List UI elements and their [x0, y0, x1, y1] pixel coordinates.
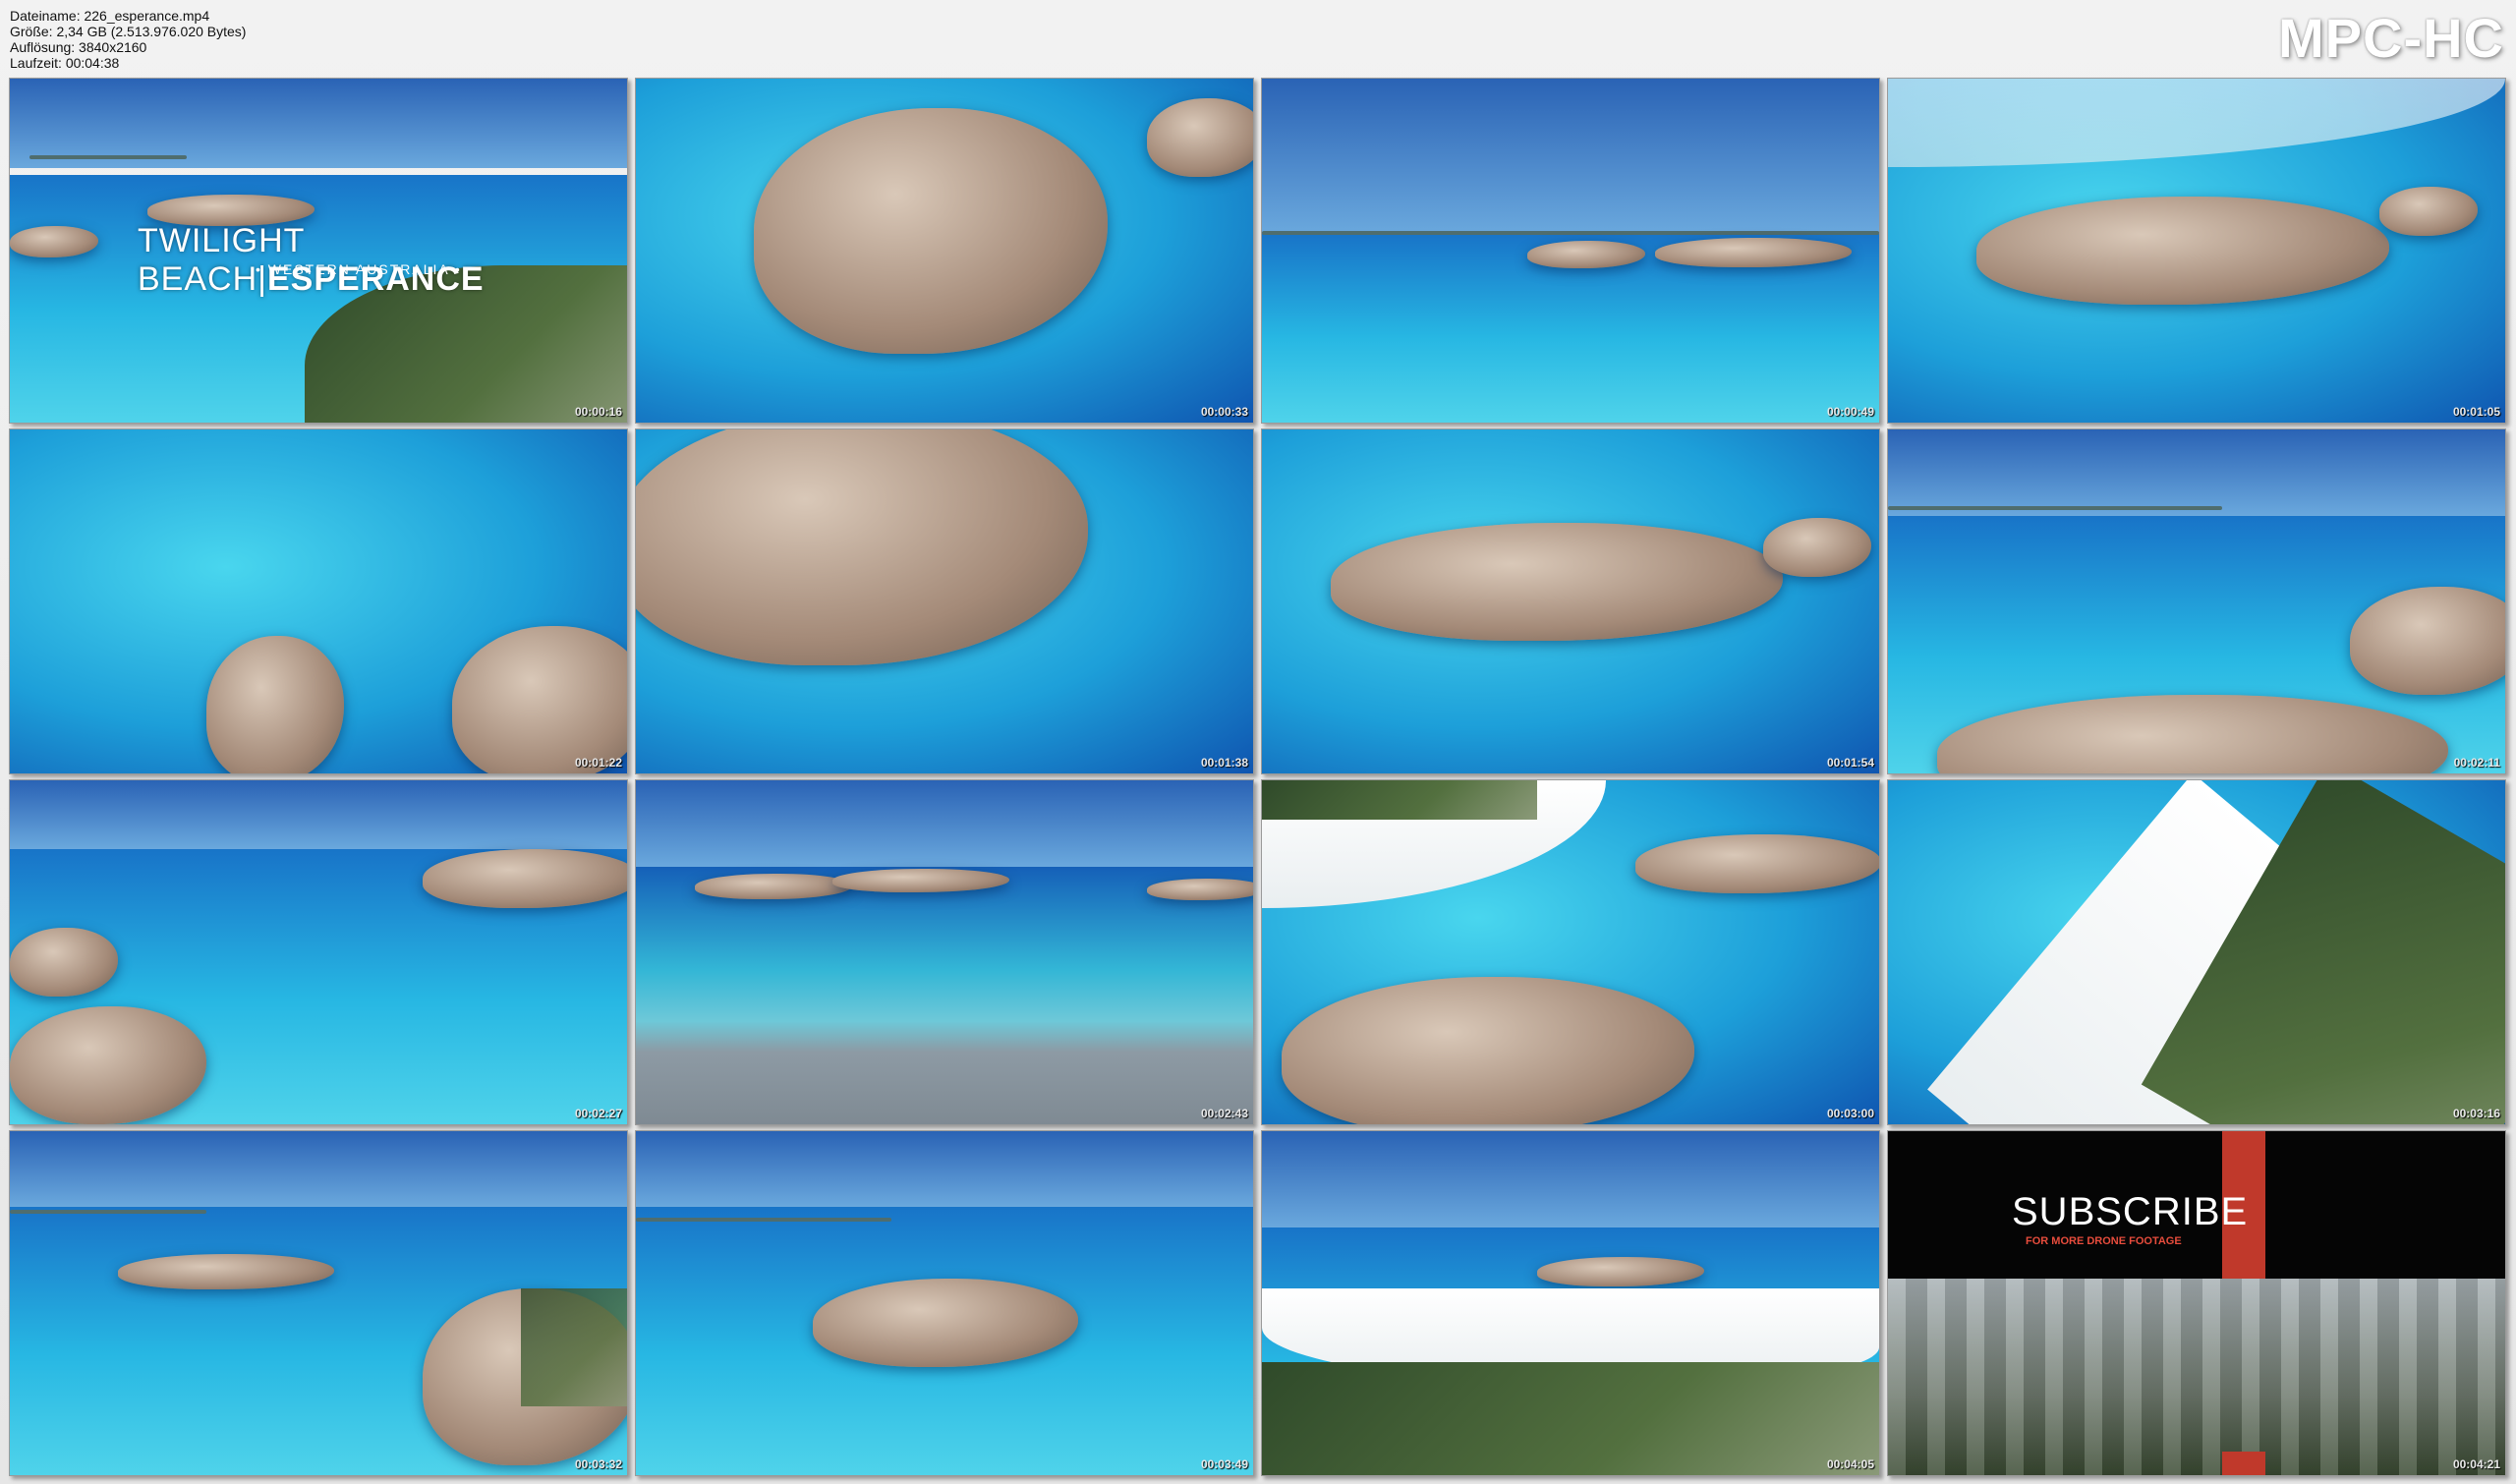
- thumbnail[interactable]: 00:02:27: [9, 779, 628, 1125]
- thumbnail-timestamp: 00:01:22: [574, 756, 622, 770]
- thumbnail[interactable]: 00:01:54: [1261, 428, 1880, 774]
- thumbnail-timestamp: 00:02:27: [574, 1107, 622, 1120]
- thumbnail-timestamp: 00:03:49: [1200, 1457, 1248, 1471]
- thumbnail[interactable]: 00:04:05: [1261, 1130, 1880, 1476]
- thumbnail[interactable]: 00:02:43: [635, 779, 1254, 1125]
- thumbnail[interactable]: 00:03:16: [1887, 779, 2506, 1125]
- thumbnail[interactable]: 00:00:33: [635, 78, 1254, 424]
- thumbnail[interactable]: 00:01:38: [635, 428, 1254, 774]
- thumbnail-timestamp: 00:01:54: [1826, 756, 1874, 770]
- thumbnail[interactable]: TWILIGHT BEACH|ESPERANCE • WESTERN AUSTR…: [9, 78, 628, 424]
- thumbnail-timestamp: 00:03:16: [2452, 1107, 2500, 1120]
- thumbnail-timestamp: 00:01:38: [1200, 756, 1248, 770]
- thumbnail[interactable]: SUBSCRIBE FOR MORE DRONE FOOTAGE 00:04:2…: [1887, 1130, 2506, 1476]
- thumbnail-timestamp: 00:00:16: [574, 405, 622, 419]
- thumbnail-timestamp: 00:04:05: [1826, 1457, 1874, 1471]
- thumbnail-timestamp: 00:03:00: [1826, 1107, 1874, 1120]
- thumbnail[interactable]: 00:00:49: [1261, 78, 1880, 424]
- thumbnail-grid: TWILIGHT BEACH|ESPERANCE • WESTERN AUSTR…: [0, 0, 2516, 1484]
- thumbnail[interactable]: 00:01:05: [1887, 78, 2506, 424]
- subscribe-sub-label: FOR MORE DRONE FOOTAGE: [2026, 1235, 2182, 1247]
- thumbnail-timestamp: 00:03:32: [574, 1457, 622, 1471]
- subscribe-label: SUBSCRIBE: [2012, 1190, 2249, 1233]
- thumbnail-timestamp: 00:04:21: [2452, 1457, 2500, 1471]
- video-subtitle: • WESTERN AUSTRALIA •: [256, 261, 462, 277]
- video-title: TWILIGHT BEACH|ESPERANCE: [138, 222, 485, 298]
- thumbnail[interactable]: 00:01:22: [9, 428, 628, 774]
- thumbnail[interactable]: 00:03:00: [1261, 779, 1880, 1125]
- thumbnail-timestamp: 00:01:05: [2452, 405, 2500, 419]
- thumbnail[interactable]: 00:03:49: [635, 1130, 1254, 1476]
- thumbnail-timestamp: 00:00:49: [1826, 405, 1874, 419]
- thumbnail-timestamp: 00:02:11: [2453, 756, 2500, 770]
- thumbnail-timestamp: 00:02:43: [1200, 1107, 1248, 1120]
- thumbnail[interactable]: 00:03:32: [9, 1130, 628, 1476]
- thumbnail[interactable]: 00:02:11: [1887, 428, 2506, 774]
- thumbnail-timestamp: 00:00:33: [1200, 405, 1248, 419]
